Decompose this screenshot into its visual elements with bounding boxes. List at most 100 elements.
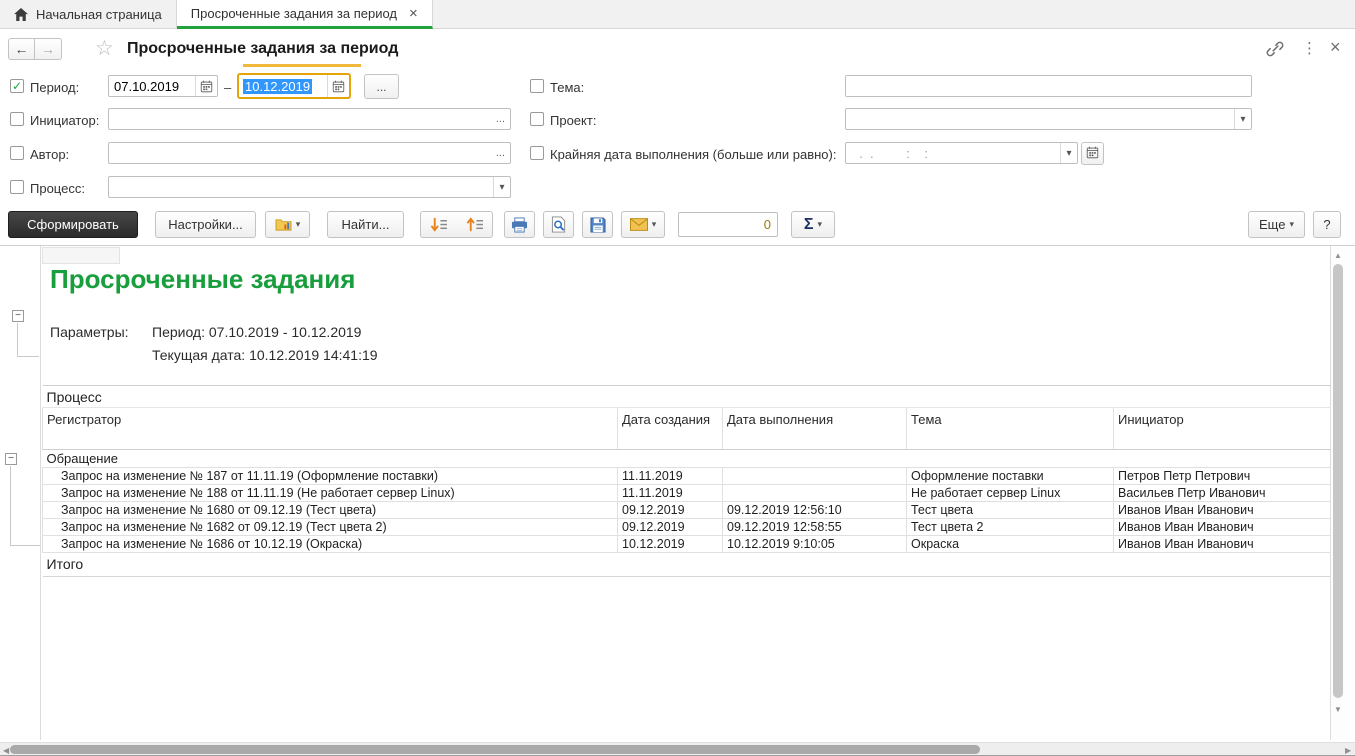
- autosum-button[interactable]: Σ ▾: [791, 211, 835, 238]
- group-label: Обращение: [43, 450, 1331, 468]
- report-spreadsheet[interactable]: − − Просроченные задания Параметры: Пери…: [0, 246, 1355, 740]
- process-dropdown-icon[interactable]: ▾: [493, 177, 510, 197]
- tab-home-label: Начальная страница: [36, 7, 162, 22]
- scroll-left-icon[interactable]: ◀: [3, 746, 9, 755]
- table-row[interactable]: Запрос на изменение № 1686 от 10.12.19 (…: [43, 536, 1331, 553]
- table-header-row[interactable]: Регистратор Дата создания Дата выполнени…: [43, 408, 1331, 450]
- generate-button[interactable]: Сформировать: [8, 211, 138, 238]
- initiator-field[interactable]: ...: [108, 108, 511, 130]
- link-icon[interactable]: [1265, 39, 1285, 62]
- scroll-right-icon[interactable]: ▶: [1345, 746, 1351, 755]
- cell-initiator: Иванов Иван Иванович: [1114, 536, 1331, 553]
- scroll-down-icon[interactable]: ▼: [1334, 705, 1342, 714]
- collapse-data-group-icon[interactable]: −: [5, 453, 17, 465]
- tab-home[interactable]: Начальная страница: [0, 0, 177, 29]
- form-close-icon[interactable]: ×: [1330, 37, 1341, 58]
- col-header-theme: Тема: [907, 408, 1114, 450]
- deadline-mask[interactable]: . . : :: [846, 146, 1060, 161]
- period-from-field[interactable]: [108, 75, 218, 97]
- dropdown-icon: ▾: [818, 219, 823, 230]
- vertical-scrollbar-thumb[interactable]: [1333, 264, 1343, 698]
- period-to-field[interactable]: 10.12.2019: [237, 73, 351, 99]
- settings-button[interactable]: Настройки...: [155, 211, 256, 238]
- deadline-field[interactable]: . . : : ▾: [845, 142, 1078, 164]
- author-checkbox[interactable]: [10, 146, 24, 160]
- table-row[interactable]: Запрос на изменение № 187 от 11.11.19 (О…: [43, 468, 1331, 485]
- process-checkbox[interactable]: [10, 180, 24, 194]
- theme-label: Тема:: [550, 80, 584, 95]
- print-button[interactable]: [504, 211, 535, 238]
- save-button[interactable]: [582, 211, 613, 238]
- theme-input[interactable]: [846, 76, 1251, 96]
- theme-field[interactable]: [845, 75, 1252, 97]
- horizontal-scrollbar-thumb[interactable]: [10, 745, 980, 754]
- deadline-calendar-button[interactable]: [1081, 142, 1104, 165]
- total-row[interactable]: Итого: [43, 553, 1331, 577]
- send-mail-button[interactable]: ▾: [621, 211, 665, 238]
- cell-completed: [723, 485, 907, 502]
- report-corner-cell[interactable]: [42, 247, 120, 264]
- deadline-label: Крайняя дата выполнения (больше или равн…: [550, 147, 836, 162]
- period-from-input[interactable]: [109, 76, 195, 96]
- period-more-button[interactable]: ...: [364, 74, 399, 99]
- find-button[interactable]: Найти...: [327, 211, 404, 238]
- table-row[interactable]: Запрос на изменение № 1680 от 09.12.19 (…: [43, 502, 1331, 519]
- deadline-checkbox[interactable]: [530, 146, 544, 160]
- cell-created: 11.11.2019: [618, 468, 723, 485]
- cell-initiator: Петров Петр Петрович: [1114, 468, 1331, 485]
- col-header-created: Дата создания: [618, 408, 723, 450]
- cell-theme: Оформление поставки: [907, 468, 1114, 485]
- nav-forward-button[interactable]: →: [35, 38, 62, 60]
- collapse-groups-button[interactable]: [420, 211, 457, 238]
- report-title: Просроченные задания: [50, 264, 355, 295]
- section-row[interactable]: Процесс: [43, 386, 1331, 408]
- favorite-star-icon[interactable]: ☆: [95, 36, 114, 61]
- cell-created: 09.12.2019: [618, 519, 723, 536]
- report-variants-button[interactable]: ▾: [265, 211, 310, 238]
- cell-registrator: Запрос на изменение № 1680 от 09.12.19 (…: [43, 502, 618, 519]
- nav-back-button[interactable]: ←: [8, 38, 35, 60]
- process-input[interactable]: [109, 177, 493, 197]
- period-to-value[interactable]: 10.12.2019: [243, 79, 312, 94]
- project-dropdown-icon[interactable]: ▾: [1234, 109, 1251, 129]
- process-field[interactable]: ▾: [108, 176, 511, 198]
- cell-completed: 09.12.2019 12:56:10: [723, 502, 907, 519]
- table-row[interactable]: Запрос на изменение № 188 от 11.11.19 (Н…: [43, 485, 1331, 502]
- tab-overdue-tasks[interactable]: Просроченные задания за период ×: [177, 0, 433, 29]
- cell-completed: [723, 468, 907, 485]
- preview-button[interactable]: [543, 211, 574, 238]
- initiator-checkbox[interactable]: [10, 112, 24, 126]
- initiator-choose-icon[interactable]: ...: [491, 113, 510, 125]
- project-checkbox[interactable]: [530, 112, 544, 126]
- page-title: Просроченные задания за период: [127, 40, 398, 58]
- tab-close-icon[interactable]: ×: [409, 7, 418, 20]
- deadline-dropdown-icon[interactable]: ▾: [1060, 143, 1077, 163]
- project-field[interactable]: ▾: [845, 108, 1252, 130]
- table-row[interactable]: Запрос на изменение № 1682 от 09.12.19 (…: [43, 519, 1331, 536]
- author-input[interactable]: [109, 143, 491, 163]
- col-header-registrator: Регистратор: [43, 408, 618, 450]
- author-choose-icon[interactable]: ...: [491, 147, 510, 159]
- group-margin-separator: [40, 246, 41, 740]
- period-checkbox[interactable]: ✓: [10, 79, 24, 93]
- more-menu-icon[interactable]: ⋮: [1302, 39, 1317, 57]
- vertical-scrollbar[interactable]: ▲ ▼: [1331, 246, 1345, 740]
- horizontal-scrollbar[interactable]: ◀ ▶: [0, 742, 1355, 756]
- collapse-params-group-icon[interactable]: −: [12, 310, 24, 322]
- autosum-value-field[interactable]: [678, 212, 778, 237]
- project-input[interactable]: [846, 109, 1234, 129]
- dropdown-icon: ▾: [296, 219, 301, 230]
- cell-theme: Не работает сервер Linux: [907, 485, 1114, 502]
- calendar-icon[interactable]: [195, 76, 217, 96]
- group-row[interactable]: Обращение: [43, 450, 1331, 468]
- initiator-input[interactable]: [109, 109, 491, 129]
- more-actions-button[interactable]: Еще ▾: [1248, 211, 1305, 238]
- scroll-up-icon[interactable]: ▲: [1334, 251, 1342, 260]
- calendar-icon[interactable]: [327, 75, 349, 97]
- cell-created: 11.11.2019: [618, 485, 723, 502]
- group-bracket-line: [10, 545, 40, 546]
- theme-checkbox[interactable]: [530, 79, 544, 93]
- expand-groups-button[interactable]: [456, 211, 493, 238]
- help-button[interactable]: ?: [1313, 211, 1341, 238]
- author-field[interactable]: ...: [108, 142, 511, 164]
